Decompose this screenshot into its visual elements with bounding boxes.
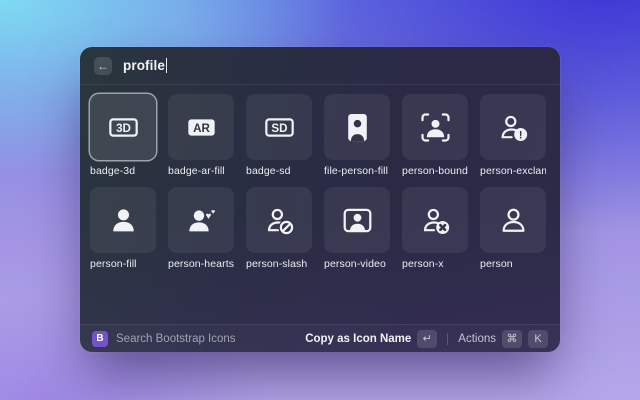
result-label: person-slash <box>246 258 312 270</box>
result-label: person-video <box>324 258 390 270</box>
copy-as-icon-name-button[interactable]: Copy as Icon Name <box>305 333 411 345</box>
svg-text:SD: SD <box>271 122 287 135</box>
back-button[interactable]: ← <box>94 57 112 75</box>
svg-text:!: ! <box>518 129 522 141</box>
result-label: person <box>480 258 546 270</box>
badge-3d-icon: 3D <box>108 112 139 143</box>
result-tile[interactable] <box>402 187 468 253</box>
badge-sd-icon: SD <box>264 112 295 143</box>
result-label: badge-ar-fill <box>168 165 234 177</box>
result-label: person-exclamati… <box>480 165 546 177</box>
result-label: file-person-fill <box>324 165 390 177</box>
person-x-icon <box>420 205 451 236</box>
footer-source: B Search Bootstrap Icons <box>92 331 236 347</box>
result-tile[interactable] <box>402 94 468 160</box>
footer-divider <box>447 333 448 345</box>
result-tile[interactable] <box>324 187 390 253</box>
result-label: person-bounding… <box>402 165 468 177</box>
result-person-hearts[interactable]: ♥ ♥ person-hearts <box>168 187 234 270</box>
result-tile[interactable]: AR <box>168 94 234 160</box>
result-person-x[interactable]: person-x <box>402 187 468 270</box>
person-hearts-icon: ♥ ♥ <box>186 205 217 236</box>
search-query: profile <box>123 58 165 73</box>
return-key-icon: ↵ <box>417 330 437 348</box>
result-person-fill[interactable]: person-fill <box>90 187 156 270</box>
result-person-exclamation[interactable]: ! person-exclamati… <box>480 94 546 177</box>
back-arrow-icon: ← <box>97 60 109 72</box>
person-bounding-box-icon <box>420 112 451 143</box>
svg-text:♥: ♥ <box>211 209 215 216</box>
command-key-icon: ⌘ <box>502 330 522 348</box>
result-label: person-x <box>402 258 468 270</box>
file-person-fill-icon <box>342 112 373 143</box>
result-badge-3d[interactable]: 3D badge-3d <box>90 94 156 177</box>
k-key-icon: K <box>528 330 548 348</box>
result-tile[interactable] <box>246 187 312 253</box>
result-person-slash[interactable]: person-slash <box>246 187 312 270</box>
search-input[interactable]: profile <box>123 58 167 73</box>
person-icon <box>498 205 529 236</box>
svg-text:AR: AR <box>193 122 210 135</box>
bootstrap-logo-icon: B <box>92 331 108 347</box>
footer-bar: B Search Bootstrap Icons Copy as Icon Na… <box>80 324 560 352</box>
result-person-video[interactable]: person-video <box>324 187 390 270</box>
result-tile[interactable] <box>90 187 156 253</box>
result-tile[interactable]: ♥ ♥ <box>168 187 234 253</box>
search-bar: ← profile <box>80 47 560 85</box>
result-tile[interactable] <box>324 94 390 160</box>
result-tile[interactable]: 3D <box>90 94 156 160</box>
actions-button[interactable]: Actions <box>458 333 496 345</box>
result-label: person-fill <box>90 258 156 270</box>
person-fill-icon <box>108 205 139 236</box>
result-label: person-hearts <box>168 258 234 270</box>
person-slash-icon <box>264 205 295 236</box>
result-person-bounding-box[interactable]: person-bounding… <box>402 94 468 177</box>
svg-text:3D: 3D <box>116 122 131 135</box>
result-tile[interactable]: SD <box>246 94 312 160</box>
result-tile[interactable]: ! <box>480 94 546 160</box>
result-badge-sd[interactable]: SD badge-sd <box>246 94 312 177</box>
result-person[interactable]: person <box>480 187 546 270</box>
result-file-person-fill[interactable]: file-person-fill <box>324 94 390 177</box>
person-exclamation-icon: ! <box>498 112 529 143</box>
result-badge-ar-fill[interactable]: AR badge-ar-fill <box>168 94 234 177</box>
result-label: badge-3d <box>90 165 156 177</box>
icon-search-window: ← profile 3D badge-3d A <box>80 47 560 352</box>
results-area: 3D badge-3d AR badge-ar-fill <box>80 85 560 270</box>
footer-actions: Copy as Icon Name ↵ Actions ⌘ K <box>305 330 548 348</box>
source-label: Search Bootstrap Icons <box>116 333 236 345</box>
result-label: badge-sd <box>246 165 312 177</box>
text-caret <box>166 58 168 73</box>
icon-grid: 3D badge-3d AR badge-ar-fill <box>90 94 550 270</box>
badge-ar-fill-icon: AR <box>186 112 217 143</box>
person-video-icon <box>342 205 373 236</box>
result-tile[interactable] <box>480 187 546 253</box>
